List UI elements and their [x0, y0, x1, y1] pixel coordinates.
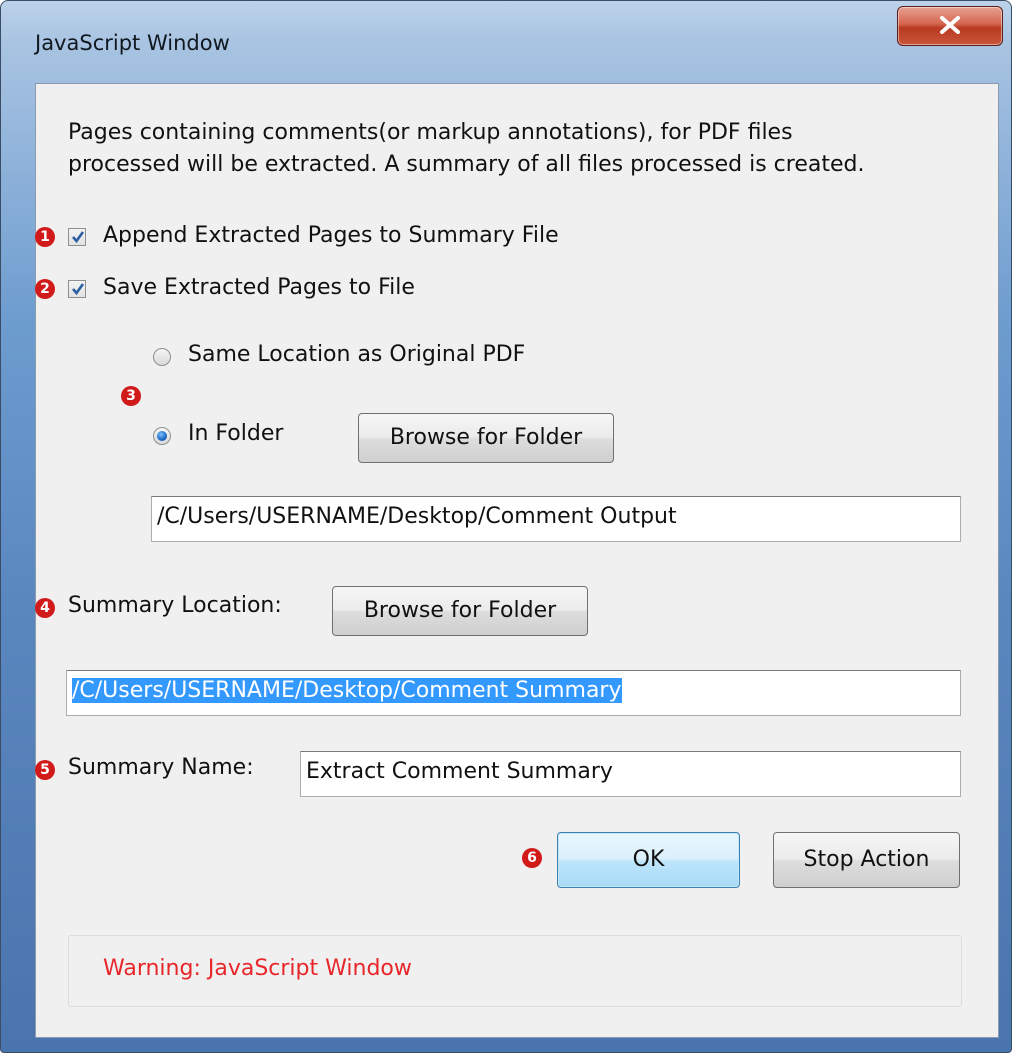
- ok-button[interactable]: OK: [557, 832, 740, 888]
- summary-location-field[interactable]: /C/Users/USERNAME/Desktop/Comment Summar…: [66, 670, 961, 716]
- folder-path-field[interactable]: /C/Users/USERNAME/Desktop/Comment Output: [151, 496, 961, 542]
- browse-summary-folder-button[interactable]: Browse for Folder: [332, 586, 588, 636]
- save-extracted-label[interactable]: Save Extracted Pages to File: [103, 275, 415, 300]
- checkmark-icon: [72, 231, 85, 244]
- summary-name-field[interactable]: Extract Comment Summary: [300, 751, 961, 797]
- stop-action-button[interactable]: Stop Action: [773, 832, 960, 888]
- warning-text: Warning: JavaScript Window: [103, 956, 412, 981]
- append-label[interactable]: Append Extracted Pages to Summary File: [103, 223, 559, 248]
- append-checkbox[interactable]: [68, 228, 86, 246]
- summary-name-label: Summary Name:: [68, 755, 254, 780]
- step-marker-6: 6: [522, 848, 542, 868]
- description-line-2: processed will be extracted. A summary o…: [68, 152, 865, 177]
- checkmark-icon: [72, 283, 85, 296]
- browse-folder-button[interactable]: Browse for Folder: [358, 413, 614, 463]
- save-extracted-checkbox[interactable]: [68, 280, 86, 298]
- same-location-radio[interactable]: [153, 348, 171, 366]
- in-folder-radio[interactable]: [153, 427, 171, 445]
- in-folder-label[interactable]: In Folder: [188, 421, 283, 446]
- close-button[interactable]: [897, 6, 1003, 46]
- description-line-1: Pages containing comments(or markup anno…: [68, 120, 793, 145]
- description-text: Pages containing comments(or markup anno…: [68, 117, 968, 181]
- step-marker-5: 5: [35, 760, 55, 780]
- selected-path-text: /C/Users/USERNAME/Desktop/Comment Summar…: [72, 678, 622, 703]
- step-marker-2: 2: [35, 279, 55, 299]
- step-marker-3: 3: [121, 386, 141, 406]
- summary-location-label: Summary Location:: [68, 593, 282, 618]
- warning-box: Warning: JavaScript Window: [68, 935, 962, 1007]
- window-title: JavaScript Window: [35, 31, 230, 55]
- step-marker-1: 1: [35, 227, 55, 247]
- radio-selected-dot: [157, 431, 167, 441]
- step-marker-4: 4: [35, 598, 55, 618]
- same-location-label[interactable]: Same Location as Original PDF: [188, 342, 525, 367]
- close-x-icon: [940, 16, 960, 34]
